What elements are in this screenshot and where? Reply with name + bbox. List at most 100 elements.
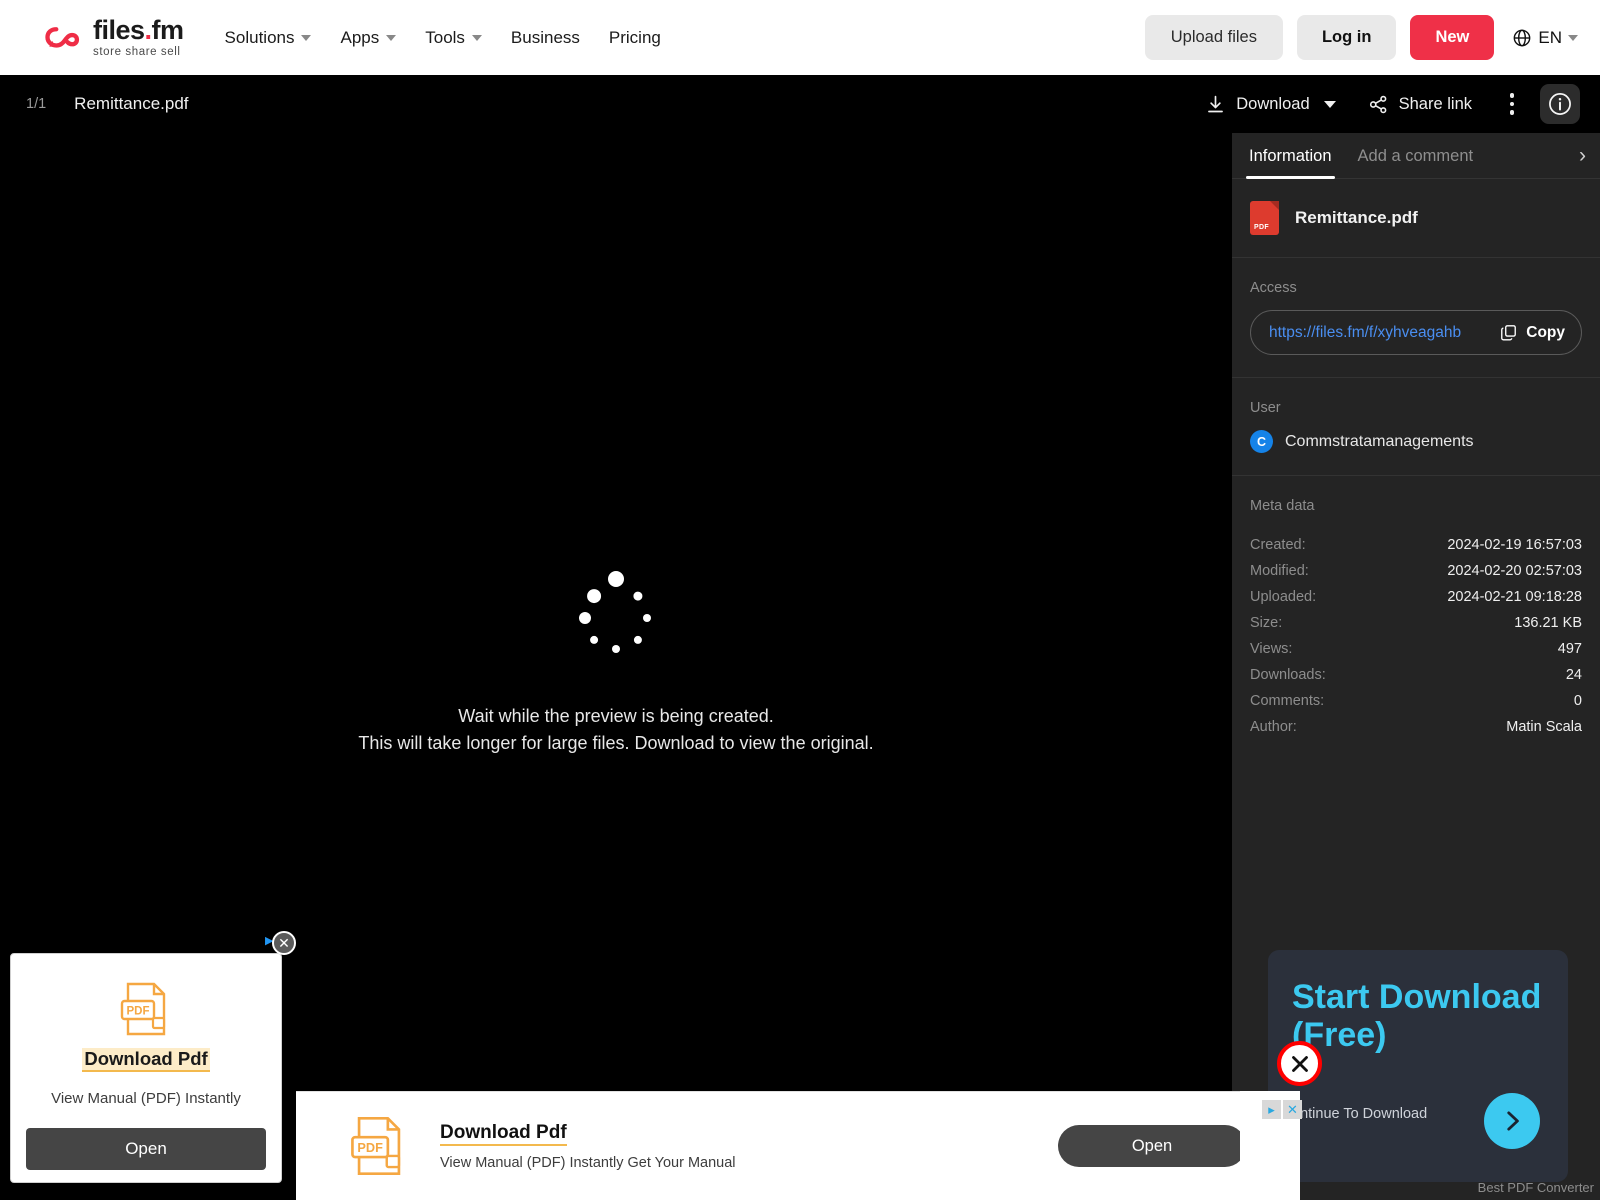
files-fm-logo[interactable]: files.fm store share sell	[45, 14, 184, 59]
ad-choices-icon[interactable]: ▸	[1262, 1100, 1281, 1119]
sidebar-file-name: Remittance.pdf	[1295, 208, 1418, 227]
ad-left-subtitle: View Manual (PDF) Instantly	[51, 1090, 241, 1107]
user-name: Commstratamanagements	[1285, 432, 1474, 450]
logo-loop-icon	[45, 26, 80, 48]
chevron-down-icon	[301, 34, 312, 41]
share-link-button[interactable]: Share link	[1356, 85, 1484, 124]
pdf-document-icon: PDF	[120, 982, 166, 1036]
avatar: C	[1250, 430, 1273, 453]
meta-row: Created: 2024-02-19 16:57:03	[1250, 532, 1582, 558]
pdf-badge-label: PDF	[1254, 224, 1269, 231]
meta-key: Views:	[1250, 641, 1293, 657]
ad-left-open-button[interactable]: Open	[26, 1128, 266, 1170]
language-selector[interactable]: EN	[1508, 28, 1578, 48]
sidebar-file-section: PDF Remittance.pdf	[1232, 179, 1600, 258]
page-root: files.fm store share sell Solutions Apps…	[0, 0, 1600, 1200]
logo-wordmark: files.fm	[93, 14, 184, 45]
ad-right-next-button[interactable]	[1484, 1093, 1540, 1149]
meta-value: 24	[1565, 667, 1582, 683]
meta-key: Modified:	[1250, 563, 1309, 579]
nav-label: Business	[510, 27, 580, 47]
globe-icon	[1514, 29, 1531, 46]
download-label: Download	[1236, 94, 1310, 113]
ad-banner-text: Download Pdf View Manual (PDF) Instantly…	[440, 1122, 736, 1171]
main-nav: Solutions Apps Tools Business Pricing	[212, 20, 674, 56]
close-icon	[1291, 1055, 1308, 1072]
meta-row: Comments: 0	[1250, 688, 1582, 714]
nav-label: Apps	[340, 27, 380, 47]
file-toolbar-actions: Download Share link	[1193, 84, 1580, 124]
chevron-down-icon	[1568, 34, 1578, 41]
ad-left-title: Download Pdf	[82, 1048, 210, 1072]
meta-key: Author:	[1250, 719, 1297, 735]
svg-text:PDF: PDF	[357, 1140, 383, 1155]
ad-dismiss-icon[interactable]: ✕	[1283, 1100, 1302, 1119]
page-counter: 1/1	[26, 96, 47, 112]
log-in-button[interactable]: Log in	[1296, 15, 1397, 60]
user-row[interactable]: C Commstratamanagements	[1250, 430, 1582, 453]
tab-add-a-comment[interactable]: Add a comment	[1345, 133, 1487, 179]
ad-bottom-banner[interactable]: PDF Download Pdf View Manual (PDF) Insta…	[296, 1091, 1286, 1200]
meta-value: 2024-02-19 16:57:03	[1447, 537, 1582, 553]
meta-row: Views: 497	[1250, 636, 1582, 662]
ad-left-popup[interactable]: PDF Download Pdf View Manual (PDF) Insta…	[10, 953, 282, 1183]
copy-icon	[1501, 325, 1517, 341]
download-button[interactable]: Download	[1193, 85, 1347, 124]
sidebar-access-section: Access https://files.fm/f/xyhveagahb Cop…	[1232, 258, 1600, 378]
meta-row: Downloads: 24	[1250, 662, 1582, 688]
sidebar-metadata-section: Meta data Created: 2024-02-19 16:57:03 M…	[1232, 476, 1600, 762]
nav-item-pricing[interactable]: Pricing	[596, 20, 674, 56]
new-button[interactable]: New	[1410, 15, 1495, 60]
ad-right-close-button[interactable]	[1277, 1041, 1322, 1086]
file-toolbar: 1/1 Remittance.pdf Download Share link	[0, 75, 1600, 133]
tab-information[interactable]: Information	[1236, 133, 1345, 179]
access-url-text[interactable]: https://files.fm/f/xyhveagahb	[1269, 324, 1489, 342]
ad-right-title: Start Download (Free)	[1292, 978, 1542, 1055]
chevron-down-icon	[386, 34, 397, 41]
access-url-field[interactable]: https://files.fm/f/xyhveagahb Copy	[1250, 310, 1582, 355]
pdf-file-icon: PDF	[1250, 201, 1279, 235]
copy-label: Copy	[1526, 323, 1565, 341]
nav-item-tools[interactable]: Tools	[412, 20, 495, 56]
preview-status-line-1: Wait while the preview is being created.	[458, 706, 774, 727]
logo-tagline: store share sell	[93, 45, 181, 58]
meta-key: Downloads:	[1250, 667, 1326, 683]
nav-item-apps[interactable]: Apps	[327, 20, 409, 56]
ad-banner-open-button[interactable]: Open	[1058, 1125, 1246, 1167]
preview-status-line-2: This will take longer for large files. D…	[358, 732, 874, 753]
site-header: files.fm store share sell Solutions Apps…	[0, 0, 1600, 75]
file-title: Remittance.pdf	[74, 94, 189, 113]
more-options-button[interactable]	[1492, 84, 1532, 124]
nav-item-business[interactable]: Business	[498, 20, 593, 56]
upload-files-button[interactable]: Upload files	[1144, 15, 1283, 60]
nav-item-solutions[interactable]: Solutions	[212, 20, 325, 56]
meta-value: Matin Scala	[1506, 719, 1582, 735]
sidebar-user-section: User C Commstratamanagements	[1232, 378, 1600, 476]
kebab-menu-icon	[1509, 93, 1515, 115]
meta-value: 497	[1557, 641, 1582, 657]
meta-row: Modified: 2024-02-20 02:57:03	[1250, 558, 1582, 584]
chevron-down-icon	[1323, 100, 1336, 108]
header-actions: Upload files Log in New EN	[1144, 15, 1578, 60]
info-icon	[1549, 93, 1571, 115]
chevron-down-icon	[471, 34, 482, 41]
meta-key: Comments:	[1250, 693, 1325, 709]
meta-value: 2024-02-21 09:18:28	[1447, 589, 1582, 605]
share-icon	[1369, 95, 1386, 113]
meta-row: Author: Matin Scala	[1250, 714, 1582, 740]
nav-label: Tools	[425, 27, 465, 47]
info-panel-toggle-button[interactable]	[1540, 84, 1580, 124]
chevron-right-icon[interactable]: ›	[1579, 145, 1586, 166]
nav-label: Pricing	[608, 27, 661, 47]
ad-left-close-button[interactable]: ✕	[272, 931, 296, 955]
copy-link-button[interactable]: Copy	[1499, 323, 1565, 342]
ad-right-controls: ▸ ✕	[1262, 1100, 1302, 1119]
meta-key: Size:	[1250, 615, 1283, 631]
nav-label: Solutions	[224, 27, 295, 47]
ad-right-footnote: Best PDF Converter	[1477, 1180, 1594, 1195]
share-link-label: Share link	[1398, 94, 1472, 113]
svg-text:PDF: PDF	[127, 1006, 150, 1018]
meta-row: Uploaded: 2024-02-21 09:18:28	[1250, 584, 1582, 610]
metadata-list: Created: 2024-02-19 16:57:03 Modified: 2…	[1250, 532, 1582, 740]
meta-row: Size: 136.21 KB	[1250, 610, 1582, 636]
